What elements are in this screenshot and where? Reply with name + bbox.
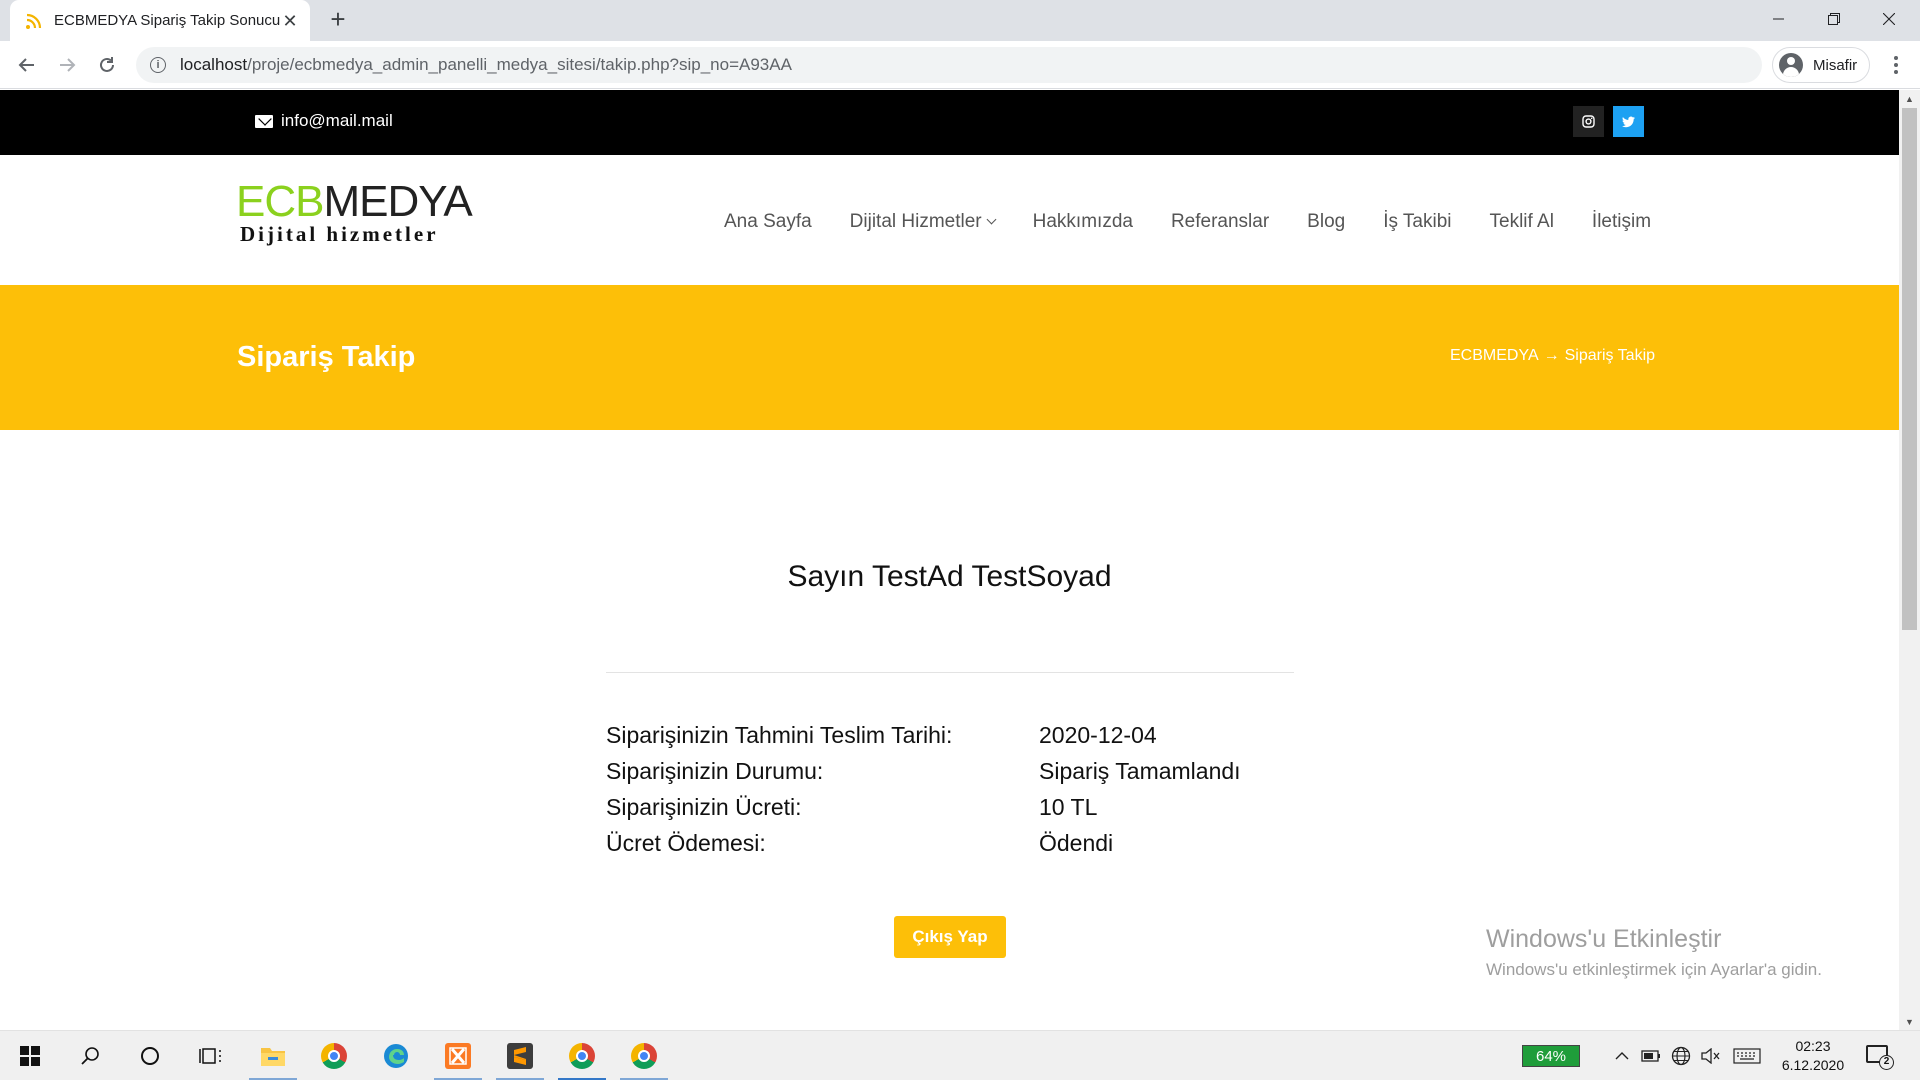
battery-indicator[interactable]: 64% bbox=[1522, 1045, 1580, 1067]
restore-button[interactable] bbox=[1803, 0, 1865, 38]
logo-ecb: ECB bbox=[236, 177, 324, 226]
browser-tab[interactable]: ECBMEDYA Sipariş Takip Sonucu ✕ bbox=[10, 0, 310, 41]
logo-tagline: Dijital hizmetler bbox=[240, 222, 439, 246]
reload-button[interactable] bbox=[91, 49, 123, 81]
page-scrollbar[interactable]: ▲ ▼ bbox=[1899, 90, 1920, 1030]
clock-date: 6.12.2020 bbox=[1781, 1057, 1845, 1073]
order-row-label: Siparişinizin Durumu: bbox=[606, 758, 824, 784]
battery-icon[interactable] bbox=[1640, 1046, 1662, 1066]
site-logo[interactable]: ECBMEDYA Dijital hizmetler bbox=[236, 177, 473, 247]
close-window-button[interactable] bbox=[1858, 0, 1920, 38]
chevron-up-icon[interactable] bbox=[1612, 1046, 1632, 1066]
watermark-subtitle: Windows'u etkinleştirmek için Ayarlar'a … bbox=[1486, 960, 1822, 979]
feed-icon bbox=[24, 11, 44, 31]
site-topbar: info@mail.mail bbox=[0, 90, 1899, 155]
arrow-right-icon: → bbox=[1543, 347, 1560, 364]
order-row-value: Sipariş Tamamlandı bbox=[1039, 758, 1241, 784]
tab-title: ECBMEDYA Sipariş Takip Sonucu bbox=[54, 12, 280, 29]
breadcrumb-current: Sipariş Takip bbox=[1564, 347, 1656, 364]
edge-icon[interactable] bbox=[372, 1031, 420, 1080]
nav-ana-sayfa[interactable]: Ana Sayfa bbox=[724, 211, 812, 233]
speaker-muted-icon[interactable] bbox=[1700, 1046, 1722, 1066]
system-clock[interactable]: 02:23 6.12.2020 bbox=[1778, 1037, 1848, 1075]
logo-medya: MEDYA bbox=[323, 177, 472, 226]
envelope-icon bbox=[255, 114, 273, 128]
page-title: Sipariş Takip bbox=[237, 341, 416, 373]
nav-dijital-hizmetler-label: Dijital Hizmetler bbox=[849, 211, 982, 232]
page-viewport: info@mail.mail ECBMEDYA Dijital hizmetle… bbox=[0, 90, 1920, 1030]
sublime-text-icon[interactable] bbox=[496, 1031, 544, 1080]
profile-button[interactable]: Misafir bbox=[1772, 47, 1870, 83]
order-row-value: 10 TL bbox=[1039, 794, 1098, 820]
notification-center-icon[interactable]: 2 bbox=[1866, 1043, 1894, 1070]
site-navbar: ECBMEDYA Dijital hizmetler Ana Sayfa Dij… bbox=[0, 155, 1899, 285]
chrome-icon-second[interactable] bbox=[620, 1031, 668, 1080]
watermark-title: Windows'u Etkinleştir bbox=[1486, 925, 1722, 953]
browser-toolbar: i localhost/proje/ecbmedya_admin_panelli… bbox=[0, 41, 1920, 89]
cortana-icon[interactable] bbox=[126, 1031, 174, 1080]
page-banner: Sipariş Takip ECBMEDYA → Sipariş Takip bbox=[0, 285, 1899, 430]
start-button[interactable] bbox=[6, 1031, 54, 1080]
customer-greeting: Sayın TestAd TestSoyad bbox=[787, 560, 1112, 593]
breadcrumb-home[interactable]: ECBMEDYA bbox=[1450, 347, 1539, 365]
site-info-icon[interactable]: i bbox=[150, 57, 166, 73]
browser-menu-icon[interactable] bbox=[1880, 49, 1912, 81]
order-row-label: Ücret Ödemesi: bbox=[606, 830, 766, 856]
scroll-down-icon[interactable]: ▼ bbox=[1899, 1013, 1920, 1030]
browser-tabstrip: ECBMEDYA Sipariş Takip Sonucu ✕ + bbox=[0, 0, 1920, 41]
chrome-icon[interactable] bbox=[310, 1031, 358, 1080]
address-bar[interactable]: i localhost/proje/ecbmedya_admin_panelli… bbox=[136, 47, 1762, 83]
order-row-value: 2020-12-04 bbox=[1039, 722, 1157, 748]
nav-hakkimizda[interactable]: Hakkımızda bbox=[1033, 211, 1133, 233]
instagram-icon[interactable] bbox=[1573, 106, 1604, 137]
email-text: info@mail.mail bbox=[281, 111, 393, 130]
nav-blog[interactable]: Blog bbox=[1307, 211, 1345, 233]
nav-iletisim[interactable]: İletişim bbox=[1592, 211, 1651, 233]
search-icon[interactable] bbox=[66, 1031, 114, 1080]
scrollbar-thumb[interactable] bbox=[1902, 108, 1917, 630]
back-button[interactable] bbox=[11, 49, 43, 81]
main-menu: Ana Sayfa Dijital Hizmetler Hakkımızda R… bbox=[724, 211, 1651, 233]
minimize-button[interactable] bbox=[1748, 0, 1810, 38]
nav-teklif-al[interactable]: Teklif Al bbox=[1490, 211, 1554, 233]
url-text: localhost/proje/ecbmedya_admin_panelli_m… bbox=[180, 55, 792, 74]
order-row-label: Siparişinizin Ücreti: bbox=[606, 794, 802, 820]
windows-taskbar: 64% 02:23 6.12.2020 2 bbox=[0, 1030, 1920, 1080]
order-row-value: Ödendi bbox=[1039, 830, 1114, 856]
avatar-icon bbox=[1779, 53, 1803, 77]
twitter-icon[interactable] bbox=[1613, 106, 1644, 137]
chrome-icon-active[interactable] bbox=[558, 1031, 606, 1080]
scroll-up-icon[interactable]: ▲ bbox=[1899, 90, 1920, 107]
profile-name: Misafir bbox=[1813, 56, 1858, 74]
contact-email[interactable]: info@mail.mail bbox=[255, 111, 393, 131]
task-view-icon[interactable] bbox=[186, 1031, 234, 1080]
divider bbox=[606, 672, 1294, 673]
new-tab-button[interactable]: + bbox=[326, 6, 350, 32]
clock-time: 02:23 bbox=[1795, 1038, 1831, 1054]
chevron-down-icon bbox=[986, 214, 997, 225]
notification-count: 2 bbox=[1879, 1055, 1894, 1070]
nav-dijital-hizmetler[interactable]: Dijital Hizmetler bbox=[849, 211, 997, 233]
activation-watermark: Windows'u Etkinleştir Windows'u etkinleş… bbox=[1486, 925, 1822, 980]
forward-button[interactable] bbox=[51, 49, 83, 81]
nav-is-takibi[interactable]: İş Takibi bbox=[1383, 211, 1451, 233]
close-tab-icon[interactable]: ✕ bbox=[280, 11, 300, 31]
logout-button[interactable]: Çıkış Yap bbox=[894, 916, 1006, 958]
xampp-icon[interactable] bbox=[434, 1031, 482, 1080]
order-row-label: Siparişinizin Tahmini Teslim Tarihi: bbox=[606, 722, 953, 748]
nav-referanslar[interactable]: Referanslar bbox=[1171, 211, 1269, 233]
file-explorer-icon[interactable] bbox=[249, 1031, 297, 1080]
breadcrumb: ECBMEDYA → Sipariş Takip bbox=[1450, 347, 1655, 365]
globe-icon[interactable] bbox=[1670, 1046, 1692, 1066]
keyboard-icon[interactable] bbox=[1732, 1046, 1762, 1066]
